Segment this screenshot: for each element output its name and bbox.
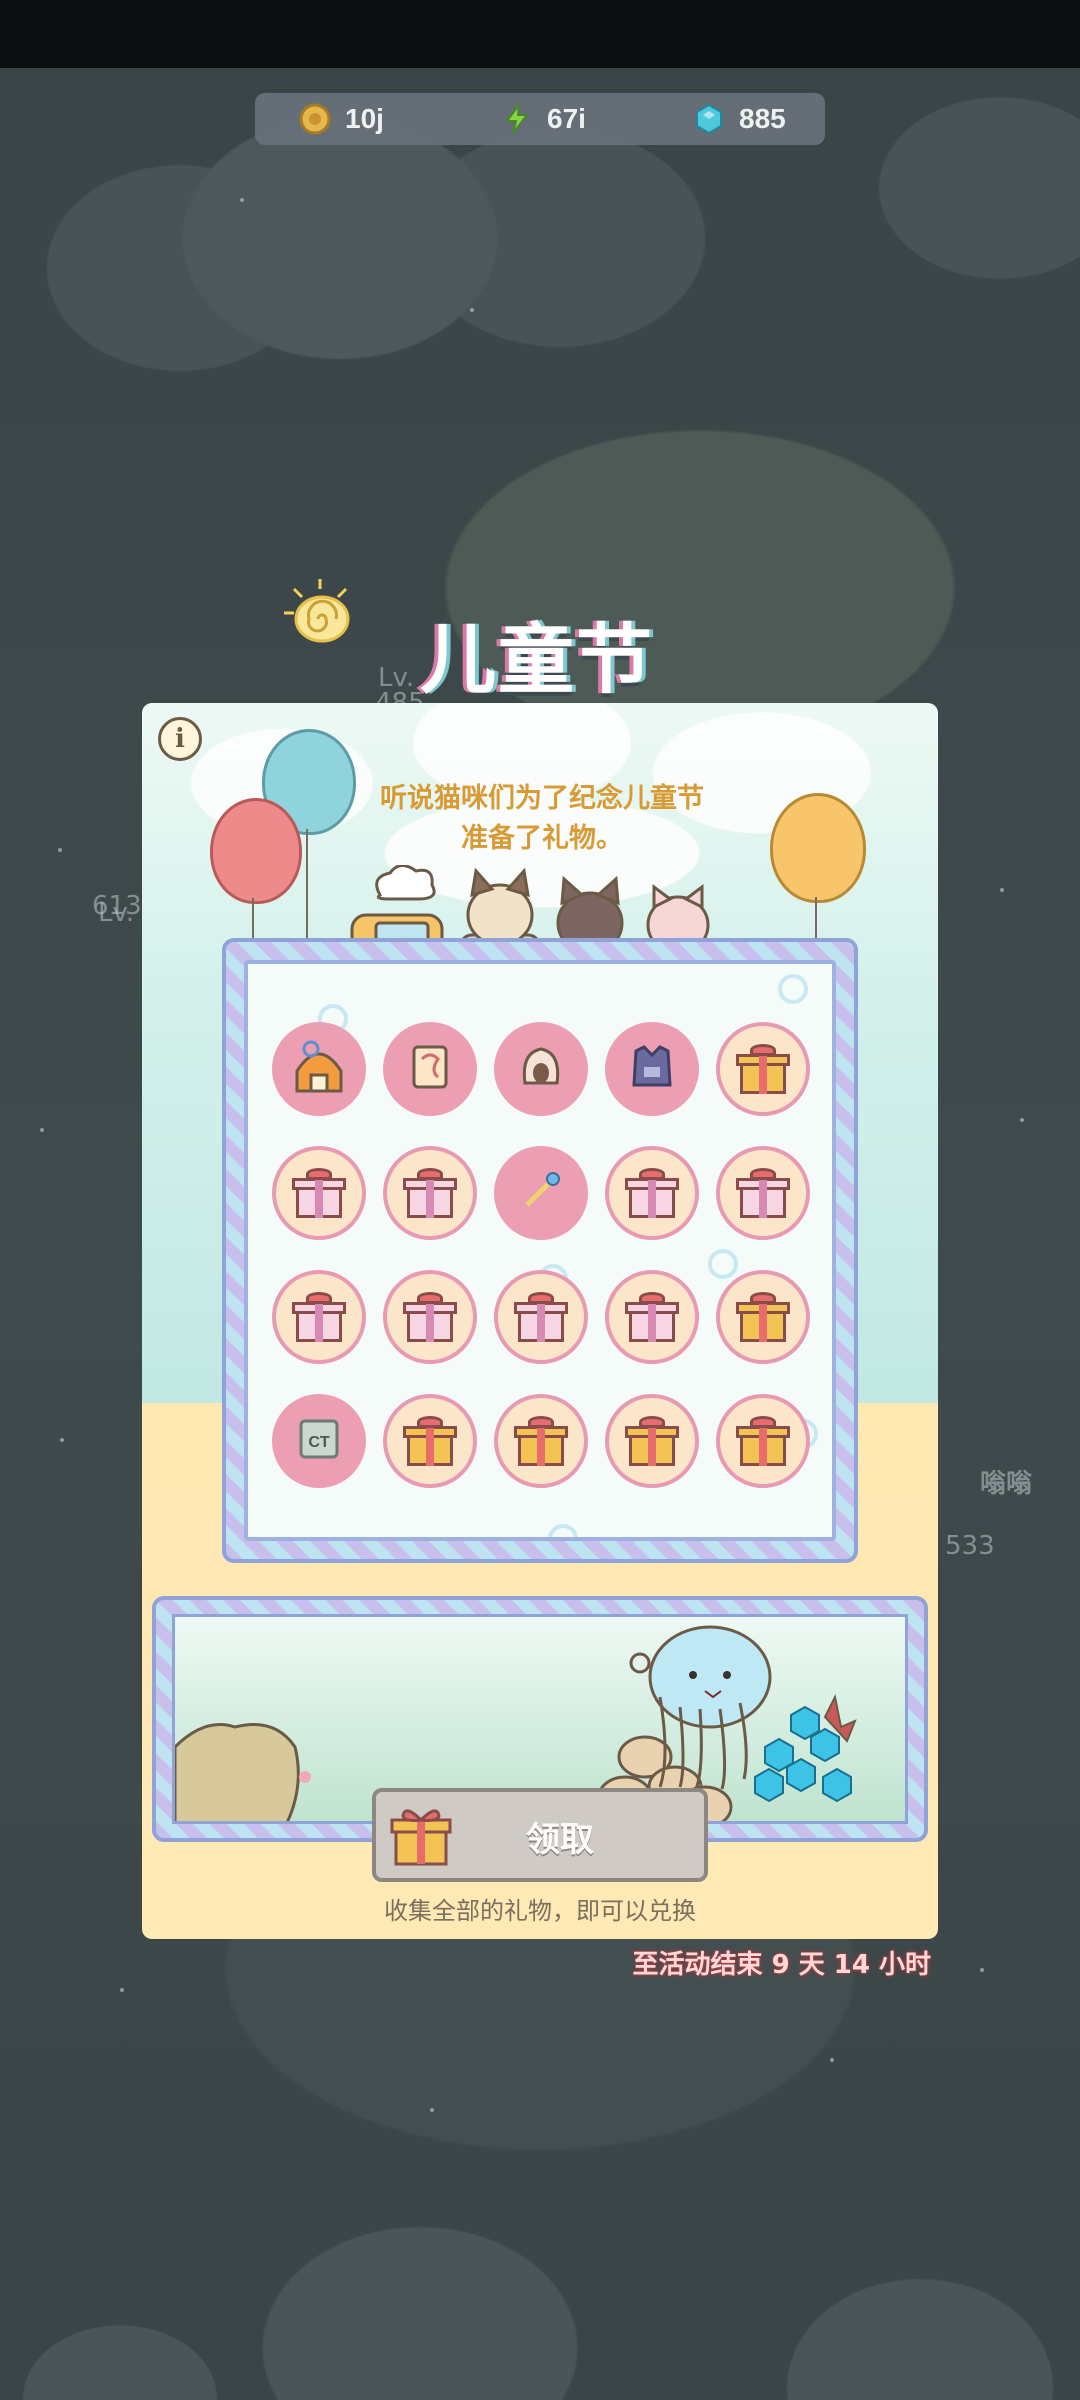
gift-board: CT (222, 938, 858, 1563)
event-timer: 至活动结束 9 天 14 小时 (632, 1950, 931, 1980)
gift-board-inner: CT (244, 960, 836, 1541)
scroll-icon (400, 1037, 460, 1101)
speech-bubble-text: 嗡嗡 (980, 1469, 1033, 1499)
status-bar (0, 0, 1080, 68)
coin-counter[interactable]: 10j (299, 93, 384, 145)
gift-gold-icon (736, 1044, 790, 1094)
gift-slot[interactable] (716, 1022, 810, 1116)
gift-slot[interactable] (272, 1022, 366, 1116)
intro-line-1: 听说猫咪们为了纪念儿童节 (380, 783, 704, 814)
gift-gold-icon (625, 1416, 679, 1466)
info-button[interactable]: i (158, 717, 202, 761)
event-panel: i 听说猫咪们为了纪念儿童节 准备了礼物。 CT 领取 收集全部的礼物，即可以兑… (142, 703, 938, 1939)
gift-slot[interactable] (494, 1146, 588, 1240)
balloon-red-icon (210, 798, 302, 904)
gift-slot[interactable] (605, 1270, 699, 1364)
gift-slot[interactable] (605, 1022, 699, 1116)
gift-pink-icon (736, 1168, 790, 1218)
info-icon: i (175, 724, 185, 754)
wand-icon (511, 1161, 571, 1225)
intro-line-2: 准备了礼物。 (461, 823, 623, 854)
gift-slot[interactable] (494, 1022, 588, 1116)
decor-ring (548, 1524, 578, 1537)
level-sign-number: 613 (92, 891, 142, 921)
svg-text:CT: CT (308, 1434, 330, 1451)
claim-hint: 收集全部的礼物，即可以兑换 (384, 1897, 696, 1925)
gift-slot[interactable] (383, 1394, 477, 1488)
decor-ring (778, 974, 808, 1004)
gift-slot[interactable] (605, 1394, 699, 1488)
gift-slot[interactable] (272, 1270, 366, 1364)
gift-gold-icon (514, 1416, 568, 1466)
coin-value: 10j (345, 103, 384, 134)
gift-slot[interactable] (383, 1270, 477, 1364)
gift-slot[interactable] (383, 1022, 477, 1116)
ct-box-icon: CT (289, 1409, 349, 1473)
spiral-sun-icon (284, 579, 350, 643)
gift-grid: CT (272, 1022, 810, 1488)
gift-pink-icon (292, 1292, 346, 1342)
gift-slot[interactable] (605, 1146, 699, 1240)
claim-label: 领取 (526, 1820, 594, 1860)
gem-value: 885 (739, 103, 786, 134)
gift-slot[interactable] (716, 1394, 810, 1488)
energy-value: 67i (547, 103, 586, 134)
currency-bar: 10j 67i 885 (255, 93, 825, 145)
gift-slot[interactable]: CT (272, 1394, 366, 1488)
gift-pink-icon (514, 1292, 568, 1342)
gift-slot[interactable] (716, 1146, 810, 1240)
event-title: 儿童节 (420, 615, 654, 704)
gift-slot[interactable] (272, 1146, 366, 1240)
cat-house-icon (289, 1037, 349, 1101)
gift-pink-icon (403, 1168, 457, 1218)
gift-slot[interactable] (383, 1146, 477, 1240)
gift-icon (390, 1809, 452, 1866)
gift-slot[interactable] (494, 1270, 588, 1364)
balloon-string (306, 829, 308, 949)
gift-pink-icon (403, 1292, 457, 1342)
lightning-icon (505, 103, 530, 134)
gem-icon (696, 103, 722, 135)
gift-pink-icon (625, 1168, 679, 1218)
shell-icon (511, 1037, 571, 1101)
claim-button[interactable]: 领取 (372, 1788, 708, 1882)
gift-slot[interactable] (494, 1394, 588, 1488)
level-sign-number: 533 (945, 1531, 995, 1561)
gift-pink-icon (625, 1292, 679, 1342)
gift-gold-icon (736, 1416, 790, 1466)
coin-icon (299, 103, 331, 135)
gift-gold-icon (736, 1292, 790, 1342)
vest-icon (622, 1037, 682, 1101)
gift-slot[interactable] (716, 1270, 810, 1364)
gift-pink-icon (292, 1168, 346, 1218)
gem-counter[interactable]: 885 (693, 93, 786, 145)
energy-counter[interactable]: 67i (501, 93, 586, 145)
gift-gold-icon (403, 1416, 457, 1466)
event-intro: 听说猫咪们为了纪念儿童节 准备了礼物。 (342, 779, 742, 859)
